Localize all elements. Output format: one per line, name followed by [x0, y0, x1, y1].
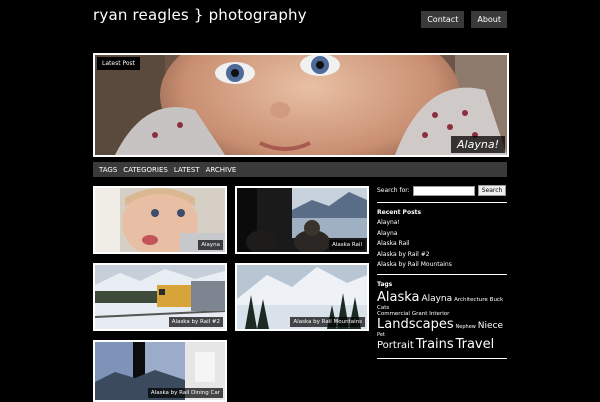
- divider: [377, 202, 507, 203]
- catbar-categories-link[interactable]: CATEGORIES: [123, 166, 168, 174]
- tag-link[interactable]: Travel: [456, 337, 495, 352]
- post-thumbnail-alayna[interactable]: Alayna: [93, 186, 227, 254]
- catbar-archive-link[interactable]: ARCHIVE: [206, 166, 237, 174]
- thumbnail-label: Alaska by Rail Dining Car: [147, 388, 223, 398]
- tag-link[interactable]: Architecture: [454, 297, 488, 303]
- catbar-tags-link[interactable]: TAGS: [99, 166, 117, 174]
- post-thumbnail-alaska-by-rail-mountains[interactable]: Alaska by Rail Mountains: [235, 263, 369, 331]
- tag-cloud: Alaska Alayna Architecture Buck Cats Com…: [377, 291, 507, 352]
- tag-link[interactable]: Niece: [478, 321, 503, 331]
- featured-post-hero[interactable]: Latest Post Alayna!: [93, 53, 509, 157]
- thumbnail-label: Alaska by Rail #2: [168, 317, 223, 327]
- divider: [377, 357, 507, 359]
- latest-post-badge: Latest Post: [97, 57, 141, 70]
- thumbnail-label: Alaska by Rail Mountains: [290, 317, 365, 327]
- recent-post-link[interactable]: Alaska by Rail Mountains: [377, 261, 452, 268]
- search-form: Search for: Search: [377, 185, 507, 196]
- nav-about-link[interactable]: About: [471, 11, 507, 28]
- recent-post-link[interactable]: Alaska Rail: [377, 240, 410, 247]
- search-button[interactable]: Search: [477, 185, 507, 196]
- tag-link[interactable]: Buck: [490, 297, 503, 303]
- top-nav: Contact About: [421, 11, 507, 28]
- divider: [377, 274, 507, 275]
- nav-contact-link[interactable]: Contact: [421, 11, 465, 28]
- recent-post-link[interactable]: Alayna: [377, 230, 397, 237]
- hero-photo: [95, 55, 507, 155]
- tag-link[interactable]: Nephew: [456, 324, 476, 330]
- recent-post-link[interactable]: Alayna!: [377, 219, 400, 226]
- post-thumbnail-alaska-by-rail-dining-car[interactable]: Alaska by Rail Dining Car: [93, 340, 227, 402]
- tag-link[interactable]: Alaska: [377, 290, 420, 305]
- post-thumbnail-alaska-rail[interactable]: Alaska Rail: [235, 186, 369, 254]
- thumbnail-label: Alayna: [198, 240, 223, 250]
- tag-link[interactable]: Alayna: [421, 294, 452, 304]
- tag-link[interactable]: Pet: [377, 332, 385, 338]
- thumbnail-label: Alaska Rail: [329, 240, 365, 250]
- tag-link[interactable]: Landscapes: [377, 317, 454, 332]
- recent-post-link[interactable]: Alaska by Rail #2: [377, 251, 430, 258]
- sidebar: Search for: Search Recent Posts Alayna! …: [377, 185, 507, 365]
- tag-link[interactable]: Trains: [416, 337, 454, 352]
- category-bar: TAGS CATEGORIES LATEST ARCHIVE: [93, 162, 507, 177]
- tag-link[interactable]: Portrait: [377, 340, 414, 351]
- recent-posts-heading: Recent Posts: [377, 209, 422, 216]
- search-label: Search for:: [377, 187, 410, 194]
- tag-link[interactable]: Cats: [377, 305, 389, 311]
- catbar-latest-link[interactable]: LATEST: [174, 166, 200, 174]
- recent-posts-list: Alayna! Alayna Alaska Rail Alaska by Rai…: [377, 219, 507, 268]
- tags-heading: Tags: [377, 281, 393, 288]
- hero-caption[interactable]: Alayna!: [451, 136, 505, 153]
- search-input[interactable]: [412, 185, 475, 196]
- post-thumbnail-alaska-by-rail-2[interactable]: Alaska by Rail #2: [93, 263, 227, 331]
- site-title[interactable]: ryan reagles } photography: [93, 6, 307, 24]
